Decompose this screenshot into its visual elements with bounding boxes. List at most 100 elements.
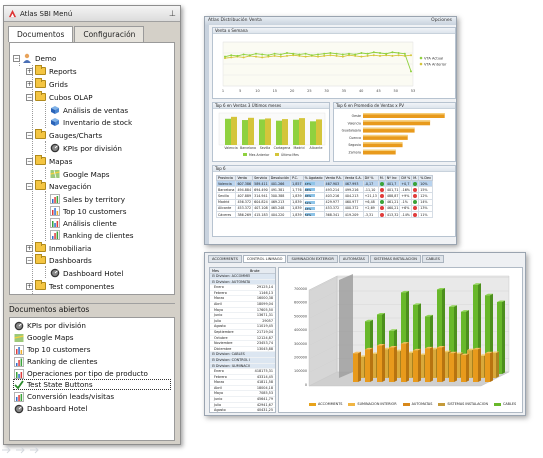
- table-row[interactable]: Agosto 40431,25: [210, 408, 275, 412]
- cube-icon: [51, 118, 59, 126]
- tree-folder-grids[interactable]: + Grids: [26, 78, 68, 90]
- table-cell: 415.183: [252, 210, 270, 219]
- table-rows: ⊟ Division: ACCOMMENTS⊟ Division: AUTOMA…: [210, 274, 275, 412]
- tree-folder-cubos-olap[interactable]: − Cubos OLAP: [26, 91, 93, 103]
- cell-mes: Julio: [214, 402, 222, 407]
- gauge-icon: [14, 404, 24, 413]
- series-anterior-point: [230, 56, 233, 59]
- tab-division[interactable]: SISTEMAS INSTALACION: [369, 255, 421, 263]
- tab-division[interactable]: ACCOMMENTS: [208, 255, 242, 263]
- cell-brute: 41811,58: [256, 380, 273, 385]
- series-actual-point: [323, 52, 326, 55]
- chart3d-screenshot: ACCOMMENTS CONTROL LINMAGO SUMINACION EXTE…: [204, 252, 526, 416]
- tree-folder-mapas[interactable]: − Mapas: [26, 155, 72, 167]
- expand-icon[interactable]: +: [26, 67, 33, 75]
- series-actual-point: [317, 53, 319, 56]
- bar-orange-side: [454, 351, 457, 382]
- collapse-icon[interactable]: −: [26, 93, 33, 101]
- open-doc-item[interactable]: Google Maps: [14, 332, 74, 343]
- tree-folder-test-componentes[interactable]: + Test componentes: [26, 280, 114, 292]
- tree-item-dashboard-hotel[interactable]: Dashboard Hotel: [50, 267, 123, 279]
- tree-folder-inmobiliaria[interactable]: + Inmobiliaria: [26, 242, 91, 254]
- collapse-icon[interactable]: −: [26, 157, 33, 165]
- bar-back-grey: [339, 274, 353, 378]
- pin-icon[interactable]: ⊥: [169, 9, 176, 18]
- chart3d-legend: ACCOMMENTS SUMINACION INTERIOR AUTOMATAS SI…: [309, 402, 522, 406]
- open-doc-item-selected[interactable]: Test State Buttons: [13, 379, 171, 390]
- table-header-cell[interactable]: % Dev: [418, 175, 433, 181]
- table-header-cell[interactable]: Dif %: [399, 175, 413, 181]
- tree-item-google-maps[interactable]: Google Maps: [50, 168, 110, 180]
- bar-orange-front: [401, 343, 406, 382]
- table-header-cell[interactable]: Venta S.A.: [342, 175, 364, 181]
- cube-icon: [51, 106, 59, 114]
- y-tick-label: 0: [305, 383, 307, 387]
- tree-item-sales-territory[interactable]: Sales by territory: [50, 193, 125, 205]
- bar-orange-front: [413, 350, 418, 382]
- category-label: Cuenca: [349, 136, 361, 140]
- series-actual-point: [292, 52, 295, 55]
- collapse-icon[interactable]: −: [13, 54, 20, 62]
- table-header-cell[interactable]: Devolución: [268, 175, 292, 181]
- series-anterior-point: [255, 55, 257, 58]
- collapse-icon[interactable]: −: [26, 182, 33, 190]
- menu-tabs: Documentos Configuración: [4, 22, 180, 42]
- open-doc-item[interactable]: KPIs por división: [14, 320, 86, 331]
- cell-mes: Junio: [214, 397, 223, 402]
- tree-item-ranking-clientes[interactable]: Ranking de clientes: [50, 229, 134, 241]
- bar-orange-side: [370, 347, 373, 382]
- tree-root-demo[interactable]: − Demo: [13, 52, 56, 64]
- bar-orange-front: [377, 345, 382, 382]
- document-tree: − Demo + Reports + Grids − Cubos OLAP An…: [9, 42, 175, 295]
- tree-item-analisis-ventas[interactable]: Análisis de ventas: [50, 104, 128, 116]
- table-row[interactable]: Cáceres 386.269 415.183 404.220 1,839 52% 368.…: [215, 210, 433, 219]
- expand-icon[interactable]: +: [26, 244, 33, 252]
- side-wall: [308, 275, 338, 387]
- tab-documentos[interactable]: Documentos: [8, 26, 74, 42]
- expand-icon[interactable]: +: [26, 80, 33, 88]
- collapse-icon[interactable]: −: [26, 131, 33, 139]
- open-doc-item[interactable]: Operaciones por tipo de producto: [14, 368, 148, 379]
- table-header-cell[interactable]: Venta P.A.: [323, 175, 344, 181]
- tree-folder-gauges-charts[interactable]: − Gauges/Charts: [26, 129, 102, 141]
- tab-division[interactable]: AUTOMATAS: [338, 255, 369, 263]
- panel-top6-ventas: Top 6 en Ventas 3 Últimos meses Valencia…: [212, 102, 330, 162]
- menu-titlebar: Atlas SBI Menú ⊥: [4, 6, 180, 22]
- open-doc-item[interactable]: Dashboard Hotel: [14, 403, 87, 414]
- cell-brute: 43314,45: [256, 374, 273, 379]
- tree-item-inventario-stock[interactable]: Inventario de stock: [50, 116, 132, 128]
- tree-folder-dashboards[interactable]: − Dashboards: [26, 254, 92, 266]
- options-menu[interactable]: Opciones: [431, 17, 452, 25]
- header-mes[interactable]: Mes: [210, 268, 250, 273]
- tree-item-kpis-division[interactable]: KPIs por división: [50, 142, 122, 154]
- tab-division[interactable]: SUMINACION EXTERIOR: [287, 255, 338, 263]
- series-actual-point: [329, 52, 332, 54]
- open-doc-item[interactable]: Conversión leads/visitas: [14, 391, 114, 402]
- table-header-cell[interactable]: Servicio: [252, 175, 270, 181]
- bar-orange-side: [430, 346, 433, 382]
- status-dot-icon: [379, 181, 384, 186]
- expand-icon[interactable]: +: [26, 282, 33, 290]
- table-header-cell[interactable]: % Agotado: [302, 175, 325, 181]
- open-doc-item[interactable]: Ranking de clientes: [14, 356, 98, 367]
- table-cell: [377, 210, 386, 219]
- legend-label: SISTEMAS INSTALACION: [447, 402, 488, 406]
- header-brute[interactable]: Brute: [250, 268, 275, 273]
- tab-division[interactable]: CABLES: [421, 255, 444, 263]
- tree-folder-navegacion[interactable]: − Navegación: [26, 180, 91, 192]
- series-actual-point: [366, 52, 369, 55]
- tab-division[interactable]: CONTROL LINMAGO: [242, 255, 287, 263]
- open-doc-item[interactable]: Top 10 customers: [14, 344, 90, 355]
- tab-configuracion[interactable]: Configuración: [74, 26, 145, 42]
- table-cell: 386.269: [235, 210, 254, 219]
- bar-orange-side: [442, 345, 445, 382]
- legend-swatch: [275, 153, 279, 156]
- tree-item-top10-customers[interactable]: Top 10 customers: [50, 205, 126, 217]
- status-dot-icon: [379, 187, 384, 192]
- chart-bar-icon: [50, 206, 60, 216]
- tree-folder-reports[interactable]: + Reports: [26, 65, 77, 77]
- cell-brute: 42941,67: [256, 402, 273, 407]
- collapse-icon[interactable]: −: [26, 256, 33, 264]
- cell-brute: [250, 274, 275, 279]
- tree-item-analisis-cliente[interactable]: Análisis cliente: [50, 217, 117, 229]
